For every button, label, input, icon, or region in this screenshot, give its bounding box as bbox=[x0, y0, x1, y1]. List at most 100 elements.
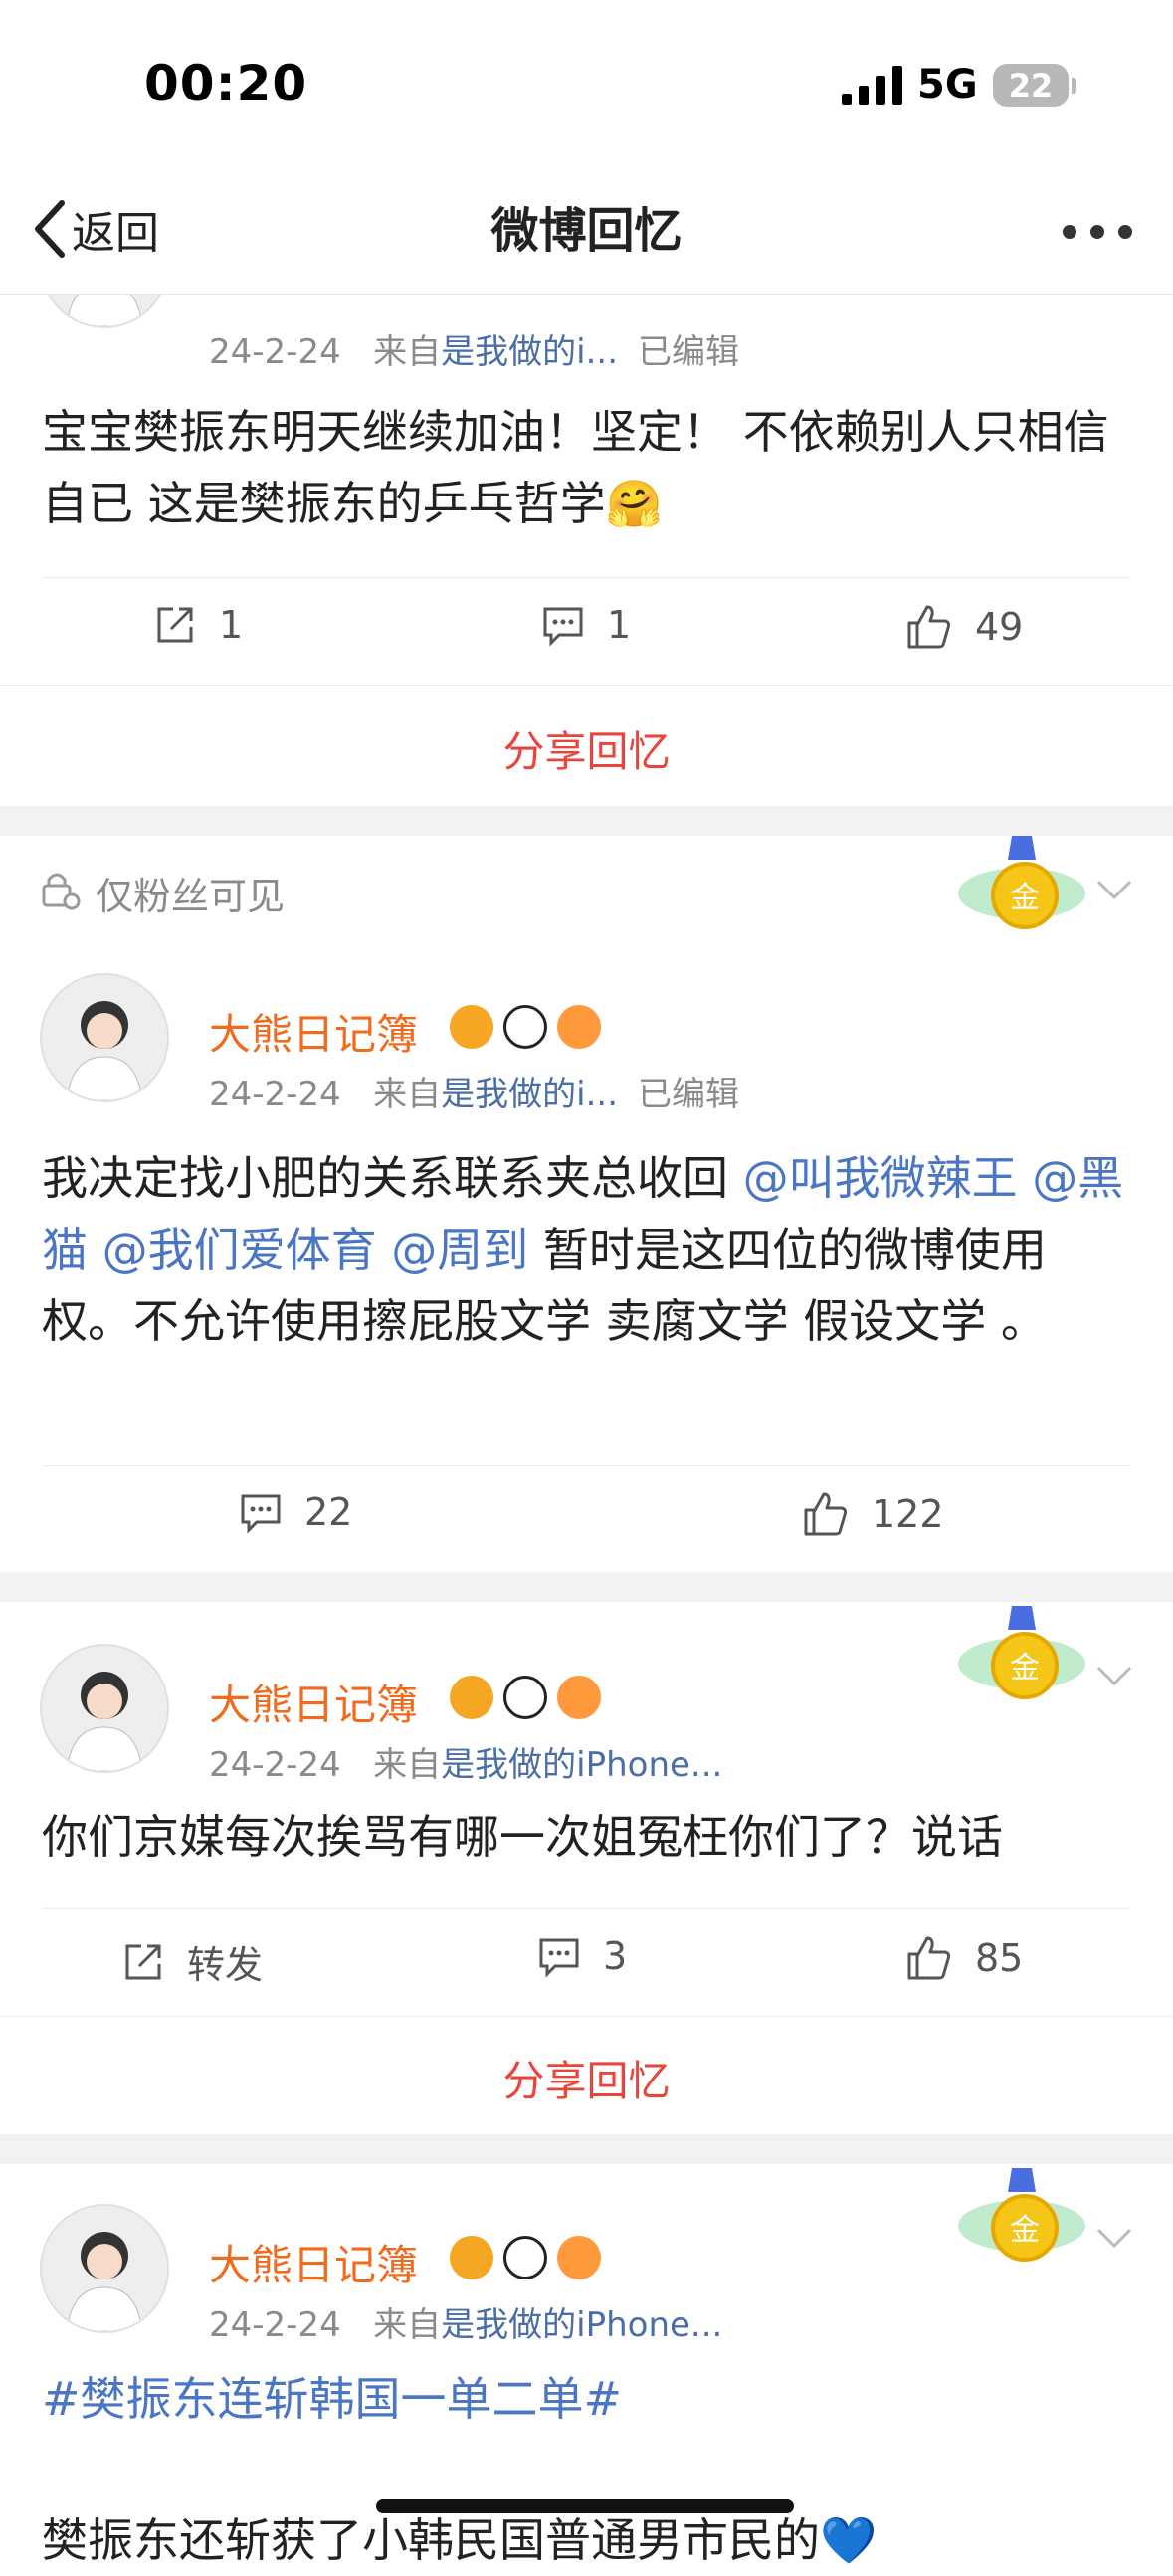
action-bar: 转发 3 85 bbox=[0, 1926, 1173, 1996]
chevron-down-icon[interactable] bbox=[1094, 878, 1134, 901]
panda-badge-icon bbox=[503, 1005, 547, 1049]
post-card: 金 大熊日记簿 24-2-24 来自是我做的iPhone... 你们京媒每次挨骂… bbox=[0, 1602, 1173, 2134]
chevron-down-icon[interactable] bbox=[1094, 2226, 1134, 2250]
username[interactable]: 大熊日记簿 bbox=[209, 2232, 418, 2292]
username[interactable]: 大熊日记簿 bbox=[209, 1001, 418, 1062]
crown-badge-icon bbox=[450, 1005, 493, 1049]
post-card: 24-2-24 来自是我做的i... 已编辑 宝宝樊振东明天继续加油！坚定！ 不依… bbox=[0, 199, 1173, 806]
source-link[interactable]: 是我做的iPhone... bbox=[441, 1745, 722, 1785]
comment-count: 22 bbox=[304, 1490, 353, 1534]
comment-count: 1 bbox=[607, 603, 632, 647]
comment-button[interactable]: 3 bbox=[537, 1934, 627, 1978]
user-badges bbox=[450, 1676, 601, 1719]
source-prefix: 来自 bbox=[373, 332, 442, 372]
repost-icon bbox=[157, 607, 193, 643]
post-card: 金 大熊日记簿 24-2-24 来自是我做的iPhone... #樊振东连斩韩国… bbox=[0, 2164, 1173, 2567]
fish-badge-icon bbox=[557, 2236, 601, 2279]
share-memory-button[interactable]: 分享回忆 bbox=[0, 718, 1173, 779]
like-button[interactable]: 85 bbox=[905, 1934, 1023, 1982]
topic-hashtag[interactable]: #樊振东连斩韩国一单二单# bbox=[42, 2363, 1136, 2435]
post-date: 24-2-24 bbox=[209, 2305, 341, 2345]
avatar[interactable] bbox=[40, 973, 169, 1102]
divider bbox=[0, 685, 1173, 686]
divider bbox=[0, 2016, 1173, 2017]
mention-link[interactable]: @我们爱体育 bbox=[102, 1223, 377, 1277]
post-text: 宝宝樊振东明天继续加油！坚定！ 不依赖别人只相信自已 这是樊振东的乒乓哲学🤗 bbox=[42, 405, 1109, 530]
source-link[interactable]: 是我做的iPhone... bbox=[441, 2305, 722, 2345]
action-bar: 22 122 bbox=[0, 1483, 1173, 1552]
fish-badge-icon bbox=[557, 1676, 601, 1719]
comment-count: 3 bbox=[603, 1934, 628, 1978]
divider bbox=[42, 1465, 1131, 1466]
like-button[interactable]: 49 bbox=[905, 603, 1023, 651]
cellular-signal-icon bbox=[842, 66, 902, 105]
source-prefix: 来自 bbox=[373, 2305, 442, 2345]
thumbs-up-icon bbox=[907, 605, 951, 649]
source-link[interactable]: 是我做的i... bbox=[441, 332, 618, 372]
repost-label: 转发 bbox=[187, 1943, 264, 1987]
svg-text:金: 金 bbox=[1010, 1651, 1040, 1685]
source-link[interactable]: 是我做的i... bbox=[441, 1075, 618, 1114]
action-bar: 1 1 49 bbox=[0, 595, 1173, 665]
repost-button[interactable]: 转发 bbox=[121, 1934, 263, 1989]
post-text-intro: 我决定找小肥的关系联系夹总收回 bbox=[42, 1151, 728, 1205]
lock-icon bbox=[42, 873, 81, 910]
panda-badge-icon bbox=[503, 2236, 547, 2279]
thumbs-up-icon bbox=[804, 1492, 848, 1536]
section-gap bbox=[0, 1572, 1173, 1602]
mention-link[interactable]: @叫我微辣王 bbox=[743, 1151, 1018, 1205]
repost-button[interactable]: 1 bbox=[153, 603, 243, 647]
gold-medal-icon: 金 bbox=[958, 836, 1085, 929]
user-badges bbox=[450, 2236, 601, 2279]
mention-link[interactable]: @周到 bbox=[391, 1223, 528, 1277]
like-button[interactable]: 122 bbox=[802, 1490, 944, 1538]
avatar[interactable] bbox=[40, 1644, 169, 1773]
gold-medal-icon: 金 bbox=[958, 2168, 1085, 2262]
like-count: 49 bbox=[975, 605, 1024, 649]
section-gap bbox=[0, 2134, 1173, 2164]
home-indicator bbox=[376, 2499, 794, 2513]
network-type: 5G bbox=[917, 62, 978, 107]
post-date: 24-2-24 bbox=[209, 1745, 341, 1785]
user-badges bbox=[450, 1005, 601, 1049]
comment-icon bbox=[539, 1938, 579, 1978]
post-meta: 24-2-24 来自是我做的iPhone... bbox=[209, 1737, 722, 1786]
post-text: 樊振东还斩获了小韩民国普通男市民的💙 bbox=[42, 2513, 878, 2567]
post-text: 你们京媒每次挨骂有哪一次姐冤枉你们了？说话 bbox=[42, 1810, 1003, 1864]
post-date: 24-2-24 bbox=[209, 1075, 341, 1114]
post-meta: 24-2-24 来自是我做的iPhone... bbox=[209, 2297, 722, 2346]
page-title: 微博回忆 bbox=[490, 203, 683, 259]
edited-label: 已编辑 bbox=[638, 1075, 740, 1114]
divider bbox=[42, 1908, 1131, 1909]
source-prefix: 来自 bbox=[373, 1745, 442, 1785]
divider bbox=[42, 577, 1131, 578]
chevron-down-icon[interactable] bbox=[1094, 1664, 1134, 1687]
avatar[interactable] bbox=[40, 2204, 169, 2333]
crown-badge-icon bbox=[450, 2236, 493, 2279]
post-meta: 24-2-24 来自是我做的i... 已编辑 bbox=[209, 324, 739, 373]
comment-button[interactable]: 22 bbox=[239, 1490, 352, 1534]
comment-icon bbox=[543, 607, 583, 647]
visibility-bar: 仅粉丝可见 金 bbox=[0, 836, 1173, 944]
username[interactable]: 大熊日记簿 bbox=[209, 1672, 418, 1732]
gold-medal-icon: 金 bbox=[958, 1606, 1085, 1699]
post-text: 我决定找小肥的关系联系夹总收回 @叫我微辣王 @黑猫 @我们爱体育 @周到 暂时… bbox=[42, 1142, 1136, 1357]
svg-text:金: 金 bbox=[1010, 881, 1040, 915]
battery-cap bbox=[1072, 78, 1076, 94]
more-options-button[interactable] bbox=[1063, 225, 1132, 245]
battery-level: 22 bbox=[1008, 67, 1054, 104]
post-meta: 24-2-24 来自是我做的i... 已编辑 bbox=[209, 1067, 739, 1115]
comment-button[interactable]: 1 bbox=[541, 603, 631, 647]
post-card: 大熊日记簿 24-2-24 来自是我做的i... 已编辑 我决定找小肥的关系联系夹… bbox=[0, 943, 1173, 1572]
like-count: 122 bbox=[872, 1492, 944, 1536]
battery-icon: 22 bbox=[993, 64, 1069, 107]
edited-label: 已编辑 bbox=[638, 332, 740, 372]
share-memory-button[interactable]: 分享回忆 bbox=[0, 2048, 1173, 2108]
repost-icon bbox=[125, 1944, 161, 1979]
source-prefix: 来自 bbox=[373, 1075, 442, 1114]
fish-badge-icon bbox=[557, 1005, 601, 1049]
crown-badge-icon bbox=[450, 1676, 493, 1719]
repost-count: 1 bbox=[219, 603, 244, 647]
like-count: 85 bbox=[975, 1936, 1024, 1980]
svg-text:金: 金 bbox=[1010, 2213, 1040, 2248]
